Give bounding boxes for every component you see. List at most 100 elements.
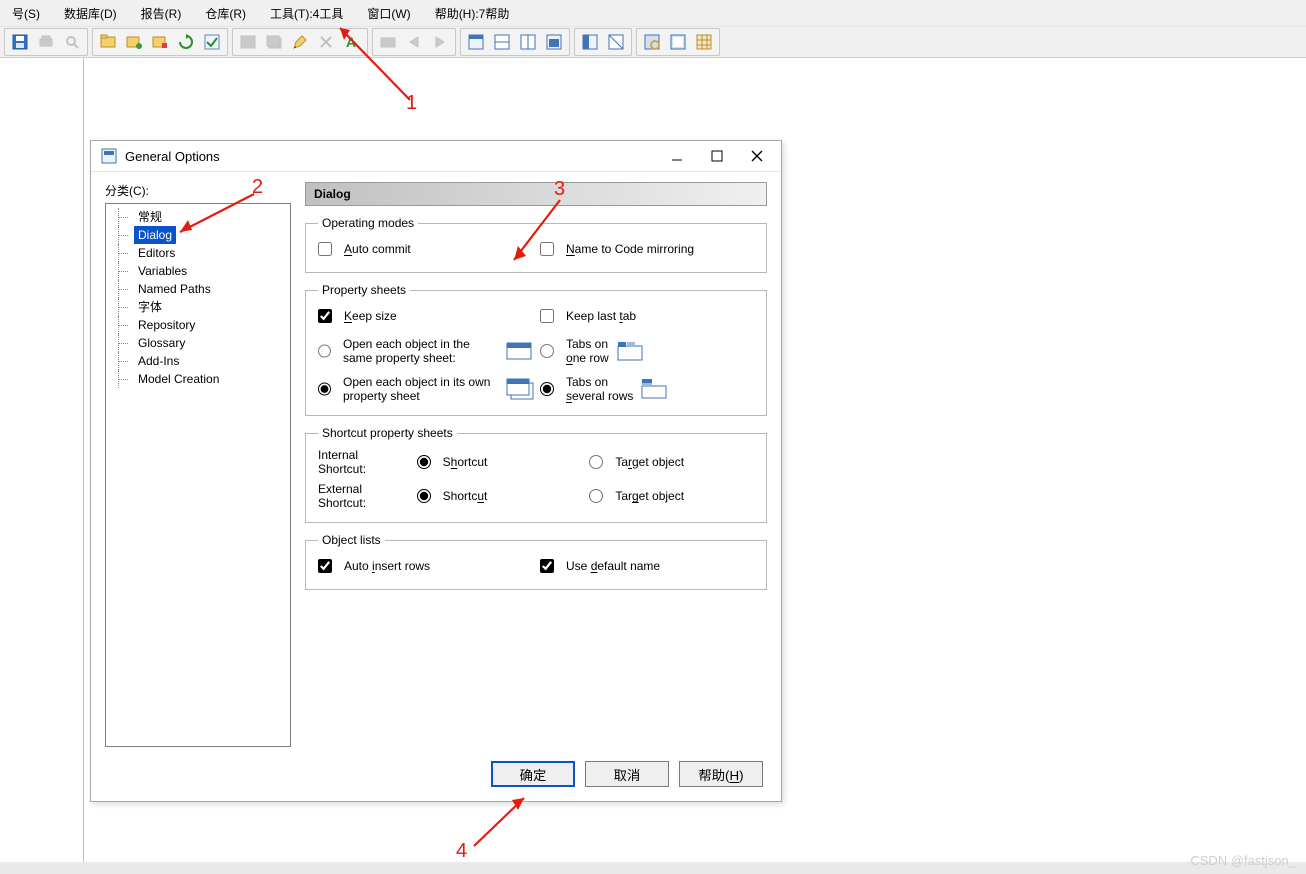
auto-commit-checkbox[interactable] xyxy=(318,242,332,256)
window-c-icon[interactable] xyxy=(517,31,539,53)
images-icon[interactable] xyxy=(263,31,285,53)
check-icon[interactable] xyxy=(201,31,223,53)
internal-shortcut-target-label: Target object xyxy=(615,455,684,469)
tabs-several-label: Tabs onseveral rows xyxy=(566,375,633,403)
delete-icon[interactable] xyxy=(315,31,337,53)
use-default-name-label: Use default name xyxy=(566,559,660,573)
external-shortcut-radio-shortcut[interactable] xyxy=(417,489,431,503)
toolbar-group-edit: A xyxy=(232,28,368,56)
group-object-lists: Object lists Auto insert rows Use defaul… xyxy=(305,533,767,590)
sheet-multi-icon xyxy=(506,378,532,400)
arrow-right-icon[interactable] xyxy=(429,31,451,53)
general-options-dialog: General Options 分类(C): 常规 Dialog Editors… xyxy=(90,140,782,802)
auto-insert-rows-label: Auto insert rows xyxy=(344,559,430,573)
auto-commit-label: AAuto commituto commit xyxy=(344,242,411,256)
internal-shortcut-label: Internal Shortcut: xyxy=(318,448,409,476)
open-own-label: Open each object in its own property she… xyxy=(343,375,498,403)
options-header: Dialog xyxy=(305,182,767,206)
tabs-one-icon xyxy=(617,340,643,362)
external-shortcut-target-label: Target object xyxy=(615,489,684,503)
watermark: CSDN @fastjson_ xyxy=(1190,853,1296,868)
ok-button[interactable]: 确定 xyxy=(491,761,575,787)
category-tree[interactable]: 常规 Dialog Editors Variables Named Paths … xyxy=(105,203,291,747)
legend-property-sheets: Property sheets xyxy=(318,283,410,297)
tree-item-fonts[interactable]: 字体 xyxy=(134,298,166,316)
toolbar: A xyxy=(0,27,1306,58)
tabs-several-radio[interactable] xyxy=(540,382,554,396)
tree-item-model-creation[interactable]: Model Creation xyxy=(134,370,223,388)
legend-shortcut-sheets: Shortcut property sheets xyxy=(318,426,457,440)
maximize-icon[interactable] xyxy=(697,142,737,170)
cancel-button[interactable]: 取消 xyxy=(585,761,669,787)
tree-item-editors[interactable]: Editors xyxy=(134,244,179,262)
legend-object-lists: Object lists xyxy=(318,533,385,547)
tree-item-repository[interactable]: Repository xyxy=(134,316,199,334)
tree-item-addins[interactable]: Add-Ins xyxy=(134,352,183,370)
menu-database[interactable]: 数据库(D) xyxy=(52,1,129,26)
menu-window[interactable]: 窗口(W) xyxy=(355,1,422,26)
window-g-icon[interactable] xyxy=(641,31,663,53)
menu-repo[interactable]: 仓库(R) xyxy=(193,1,258,26)
project-icon[interactable] xyxy=(97,31,119,53)
tabs-one-label: Tabs onone row xyxy=(566,337,609,365)
pencil-icon[interactable] xyxy=(289,31,311,53)
save-icon[interactable] xyxy=(9,31,31,53)
external-shortcut-radio-target[interactable] xyxy=(589,489,603,503)
svg-text:A: A xyxy=(346,34,356,50)
arrow-left-icon[interactable] xyxy=(403,31,425,53)
use-default-name-checkbox[interactable] xyxy=(540,559,554,573)
dialog-app-icon xyxy=(101,148,117,164)
dialog-titlebar: General Options xyxy=(91,141,781,172)
project-edit-icon[interactable] xyxy=(149,31,171,53)
minimize-icon[interactable] xyxy=(657,142,697,170)
toolbar-group-win2 xyxy=(574,28,632,56)
keep-last-tab-checkbox[interactable] xyxy=(540,309,554,323)
grid-icon[interactable] xyxy=(693,31,715,53)
text-a-icon[interactable]: A xyxy=(341,31,363,53)
open-same-radio[interactable] xyxy=(318,344,331,358)
help-button[interactable]: 帮助(H) xyxy=(679,761,763,787)
window-a-icon[interactable] xyxy=(465,31,487,53)
tree-item-dialog[interactable]: Dialog xyxy=(134,226,176,244)
tree-item-glossary[interactable]: Glossary xyxy=(134,334,189,352)
sheet-single-icon xyxy=(506,340,532,362)
name-to-code-checkbox[interactable] xyxy=(540,242,554,256)
print-icon[interactable] xyxy=(35,31,57,53)
menu-sign[interactable]: 号(S) xyxy=(0,1,52,26)
window-d-icon[interactable] xyxy=(543,31,565,53)
status-strip xyxy=(0,862,1306,874)
internal-shortcut-radio-shortcut[interactable] xyxy=(417,455,431,469)
vertical-separator xyxy=(83,58,84,862)
toolbar-group-nav xyxy=(372,28,456,56)
options-pane: Dialog Operating modes AAuto commituto c… xyxy=(305,182,767,747)
window-b-icon[interactable] xyxy=(491,31,513,53)
tree-item-variables[interactable]: Variables xyxy=(134,262,191,280)
keep-size-label: Keep size xyxy=(344,309,397,323)
toolbar-group-file xyxy=(4,28,88,56)
window-e-icon[interactable] xyxy=(579,31,601,53)
find-icon[interactable] xyxy=(61,31,83,53)
window-f-icon[interactable] xyxy=(605,31,627,53)
name-to-code-label: Name to Code mirroring xyxy=(566,242,694,256)
keep-size-checkbox[interactable] xyxy=(318,309,332,323)
folder-icon[interactable] xyxy=(377,31,399,53)
internal-shortcut-radio-target[interactable] xyxy=(589,455,603,469)
tree-item-named-paths[interactable]: Named Paths xyxy=(134,280,215,298)
menu-tools[interactable]: 工具(T):4工具 xyxy=(258,1,355,26)
project-add-icon[interactable] xyxy=(123,31,145,53)
external-shortcut-label: External Shortcut: xyxy=(318,482,409,510)
image-icon[interactable] xyxy=(237,31,259,53)
tabs-one-radio[interactable] xyxy=(540,344,554,358)
auto-insert-rows-checkbox[interactable] xyxy=(318,559,332,573)
window-h-icon[interactable] xyxy=(667,31,689,53)
internal-shortcut-shortcut-label: Shortcut xyxy=(443,455,488,469)
open-own-radio[interactable] xyxy=(318,382,331,396)
close-icon[interactable] xyxy=(737,142,777,170)
menu-help[interactable]: 帮助(H):7帮助 xyxy=(423,1,522,26)
tree-item-general[interactable]: 常规 xyxy=(134,208,166,226)
refresh-icon[interactable] xyxy=(175,31,197,53)
menu-report[interactable]: 报告(R) xyxy=(129,1,194,26)
external-shortcut-shortcut-label: Shortcut xyxy=(443,489,488,503)
toolbar-group-project xyxy=(92,28,228,56)
tabs-several-icon xyxy=(641,378,667,400)
